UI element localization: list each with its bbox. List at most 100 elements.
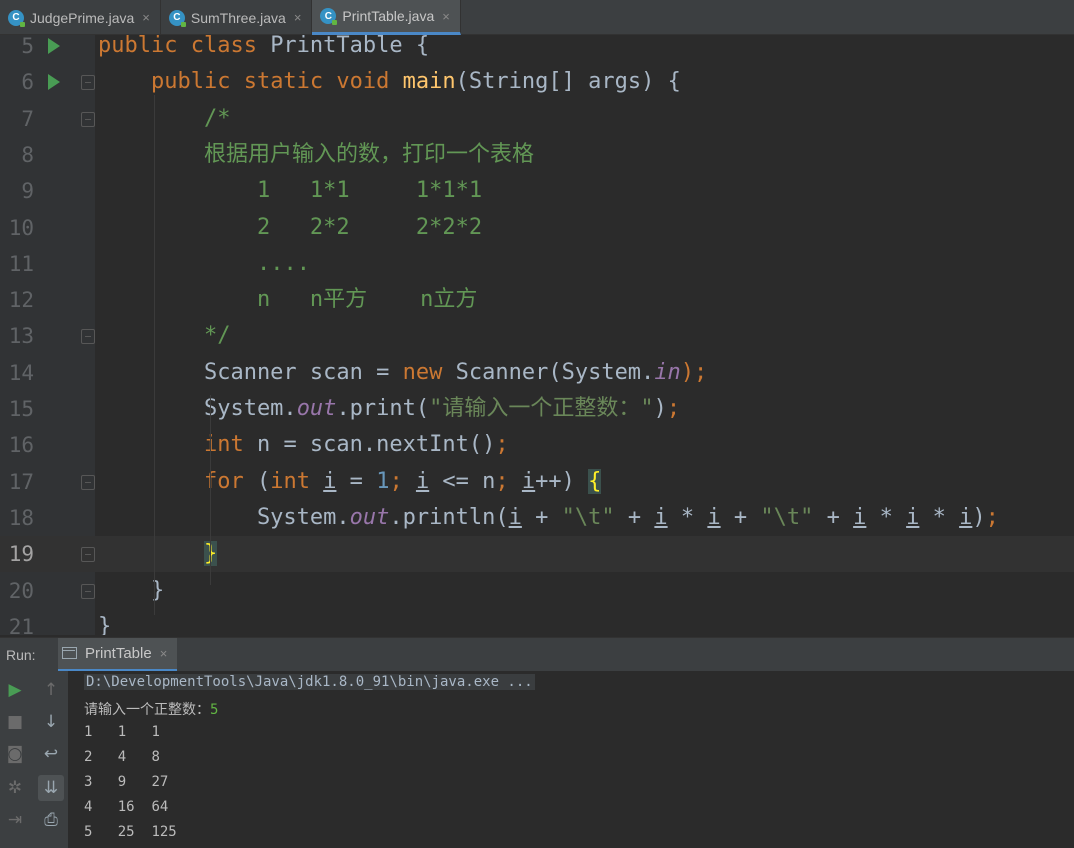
code-token: * xyxy=(866,504,907,530)
line-number: 18 xyxy=(8,505,34,530)
code-text: public class PrintTable { xyxy=(98,35,429,64)
code-token: System. xyxy=(98,504,350,530)
code-token: out xyxy=(296,396,337,421)
fold-icon[interactable] xyxy=(81,111,95,127)
code-text: public static void main(String[] args) { xyxy=(98,64,681,100)
run-gutter-icon[interactable] xyxy=(48,74,60,91)
code-text: System.out.println(i + "\t" + i * i + "\… xyxy=(98,500,999,536)
tab-judgeprime[interactable]: C JudgePrime.java × xyxy=(0,0,161,35)
tab-printtable[interactable]: C PrintTable.java × xyxy=(312,0,461,35)
code-token: ++) xyxy=(535,468,589,494)
print-icon[interactable]: ⎙ xyxy=(38,807,64,833)
code-line[interactable]: 16 int n = scan.nextInt(); xyxy=(0,427,1074,463)
code-line[interactable]: 17 for (int i = 1; i <= n; i++) { xyxy=(0,464,1074,500)
code-token: * xyxy=(667,504,708,530)
code-token: main xyxy=(402,69,456,95)
line-number: 10 xyxy=(8,215,34,240)
code-token: ) xyxy=(653,396,667,421)
line-number: 8 xyxy=(21,142,34,167)
code-text: int n = scan.nextInt(); xyxy=(98,427,509,463)
fold-icon[interactable] xyxy=(81,329,95,345)
code-token: ; xyxy=(495,468,522,494)
code-line[interactable]: 11 .... xyxy=(0,246,1074,282)
code-text: Scanner scan = new Scanner(System.in); xyxy=(98,355,707,391)
code-line[interactable]: 5 public class PrintTable { xyxy=(0,35,1074,64)
code-line[interactable]: 7 /* xyxy=(0,101,1074,137)
line-number: 6 xyxy=(21,70,34,95)
code-token: * xyxy=(919,504,960,530)
code-line[interactable]: 14 Scanner scan = new Scanner(System.in)… xyxy=(0,355,1074,391)
code-editor[interactable]: 5 public class PrintTable {6 public stati… xyxy=(0,35,1074,635)
fold-icon[interactable] xyxy=(81,474,95,490)
code-token: "\t" xyxy=(760,504,814,530)
code-token: ); xyxy=(680,359,708,385)
code-token: (String[] args) { xyxy=(455,69,681,95)
line-number: 15 xyxy=(8,397,34,421)
code-token: new xyxy=(402,359,456,385)
run-gutter-icon[interactable] xyxy=(48,38,60,54)
fold-icon[interactable] xyxy=(81,547,95,563)
editor-tab-bar: C JudgePrime.java × C SumThree.java × C … xyxy=(0,0,1074,35)
down-arrow-icon[interactable]: ↓ xyxy=(38,709,64,735)
code-token: .println( xyxy=(389,504,509,530)
close-icon[interactable]: × xyxy=(442,9,450,24)
code-token: Scanner scan = xyxy=(98,359,403,385)
code-token: { xyxy=(588,468,602,494)
close-icon[interactable]: × xyxy=(142,10,150,25)
code-line[interactable]: 10 2 2*2 2*2*2 xyxy=(0,210,1074,246)
close-icon[interactable]: × xyxy=(160,646,168,661)
code-line[interactable]: 20 } xyxy=(0,573,1074,609)
run-console[interactable]: ▶ ↑ ■ ↓ ◙ ↩ ✲ ⇊ ⇥ ⎙ D:\DevelopmentTools\… xyxy=(0,671,1074,848)
code-line[interactable]: 21} xyxy=(0,609,1074,635)
tab-sumthree[interactable]: C SumThree.java × xyxy=(161,0,313,35)
code-text: } xyxy=(98,536,218,572)
code-line[interactable]: 13 */ xyxy=(0,318,1074,354)
code-token: ; xyxy=(666,396,681,421)
code-token: .print( xyxy=(336,396,430,421)
fold-icon[interactable] xyxy=(81,583,95,599)
code-line[interactable]: 12 n n平方 n立方 xyxy=(0,282,1074,318)
java-class-icon: C xyxy=(168,9,186,27)
stop-icon[interactable]: ■ xyxy=(2,709,28,735)
code-token: int xyxy=(270,468,324,494)
exit-icon[interactable]: ⇥ xyxy=(2,807,28,833)
code-token: + xyxy=(720,504,761,530)
code-token: n = scan.nextInt() xyxy=(256,432,496,458)
line-number: 20 xyxy=(8,578,34,603)
rerun-icon[interactable]: ▶ xyxy=(2,677,28,703)
code-token: 1 1*1 1*1*1 xyxy=(256,178,483,204)
code-line[interactable]: 18 System.out.println(i + "\t" + i * i +… xyxy=(0,500,1074,536)
console-output-line: 2 4 8 xyxy=(84,749,160,765)
camera-icon[interactable]: ◙ xyxy=(2,741,28,767)
code-token: i xyxy=(959,504,973,530)
java-class-icon: C xyxy=(320,8,338,25)
code-line[interactable]: 19 } xyxy=(0,536,1074,573)
settings-icon[interactable]: ✲ xyxy=(2,775,28,801)
scroll-to-end-icon[interactable]: ⇊ xyxy=(38,775,64,801)
code-token: + xyxy=(614,504,655,530)
fold-icon[interactable] xyxy=(81,75,95,91)
up-arrow-icon[interactable]: ↑ xyxy=(38,677,64,703)
line-number: 14 xyxy=(8,360,34,385)
code-token: ( xyxy=(256,468,271,494)
code-line[interactable]: 8 根据用户输入的数，打印一个表格 xyxy=(0,137,1074,173)
code-text: for (int i = 1; i <= n; i++) { xyxy=(98,464,602,500)
console-prompt: 请输入一个正整数： xyxy=(84,702,210,718)
code-text: 根据用户输入的数，打印一个表格 xyxy=(98,137,534,173)
code-line[interactable]: 9 1 1*1 1*1*1 xyxy=(0,173,1074,209)
code-token: 根据用户输入的数，打印一个表格 xyxy=(203,141,534,167)
run-tab-printtable[interactable]: PrintTable × xyxy=(58,637,178,672)
code-line[interactable]: 6 public static void main(String[] args)… xyxy=(0,64,1074,100)
code-text: } xyxy=(98,609,111,635)
code-line[interactable]: 15 System.out.print("请输入一个正整数："); xyxy=(0,391,1074,427)
code-token: out xyxy=(349,504,390,530)
code-token: for xyxy=(203,468,257,494)
code-token: + xyxy=(813,504,854,530)
code-text: System.out.print("请输入一个正整数："); xyxy=(98,391,680,427)
soft-wrap-icon[interactable]: ↩ xyxy=(38,741,64,767)
close-icon[interactable]: × xyxy=(294,10,302,25)
code-token: n n平方 n立方 xyxy=(256,287,478,313)
